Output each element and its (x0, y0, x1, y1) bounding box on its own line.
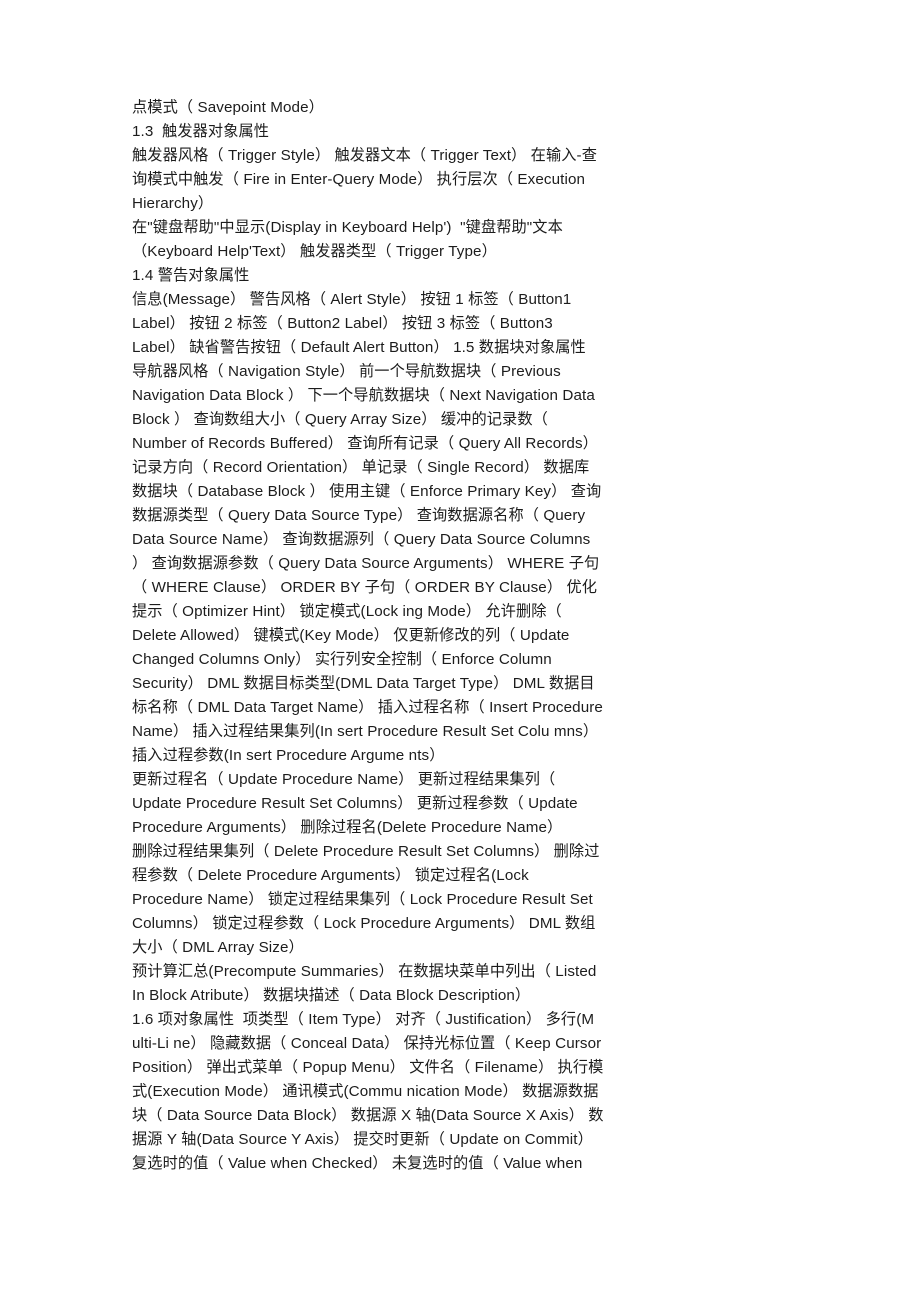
document-page: 点模式（ Savepoint Mode） 1.3 触发器对象属性 触发器风格（ … (0, 0, 920, 1302)
paragraph-savepoint-mode: 点模式（ Savepoint Mode） (132, 99, 324, 116)
paragraph-keyboard-help: 在"键盘帮助"中显示(Display in Keyboard Help') "键… (132, 219, 563, 260)
paragraph-1-6-item-object-properties: 1.6 项对象属性 项类型（ Item Type） 对齐（ Justificat… (132, 1011, 606, 1172)
paragraph-update-procedure-properties: 更新过程名（ Update Procedure Name） 更新过程结果集列（ … (132, 771, 583, 836)
heading-1-3-trigger-object-properties: 1.3 触发器对象属性 (132, 123, 270, 140)
paragraph-delete-lock-procedure-properties: 删除过程结果集列（ Delete Procedure Result Set Co… (132, 843, 600, 956)
document-text-body: 点模式（ Savepoint Mode） 1.3 触发器对象属性 触发器风格（ … (132, 96, 604, 1176)
paragraph-alert-and-datablock-properties: 信息(Message） 警告风格（ Alert Style） 按钮 1 标签（ … (132, 291, 608, 764)
heading-1-4-alert-object-properties: 1.4 警告对象属性 (132, 267, 250, 284)
paragraph-trigger-properties: 触发器风格（ Trigger Style） 触发器文本（ Trigger Tex… (132, 147, 597, 212)
paragraph-precompute-summaries: 预计算汇总(Precompute Summaries） 在数据块菜单中列出（ L… (132, 963, 601, 1004)
